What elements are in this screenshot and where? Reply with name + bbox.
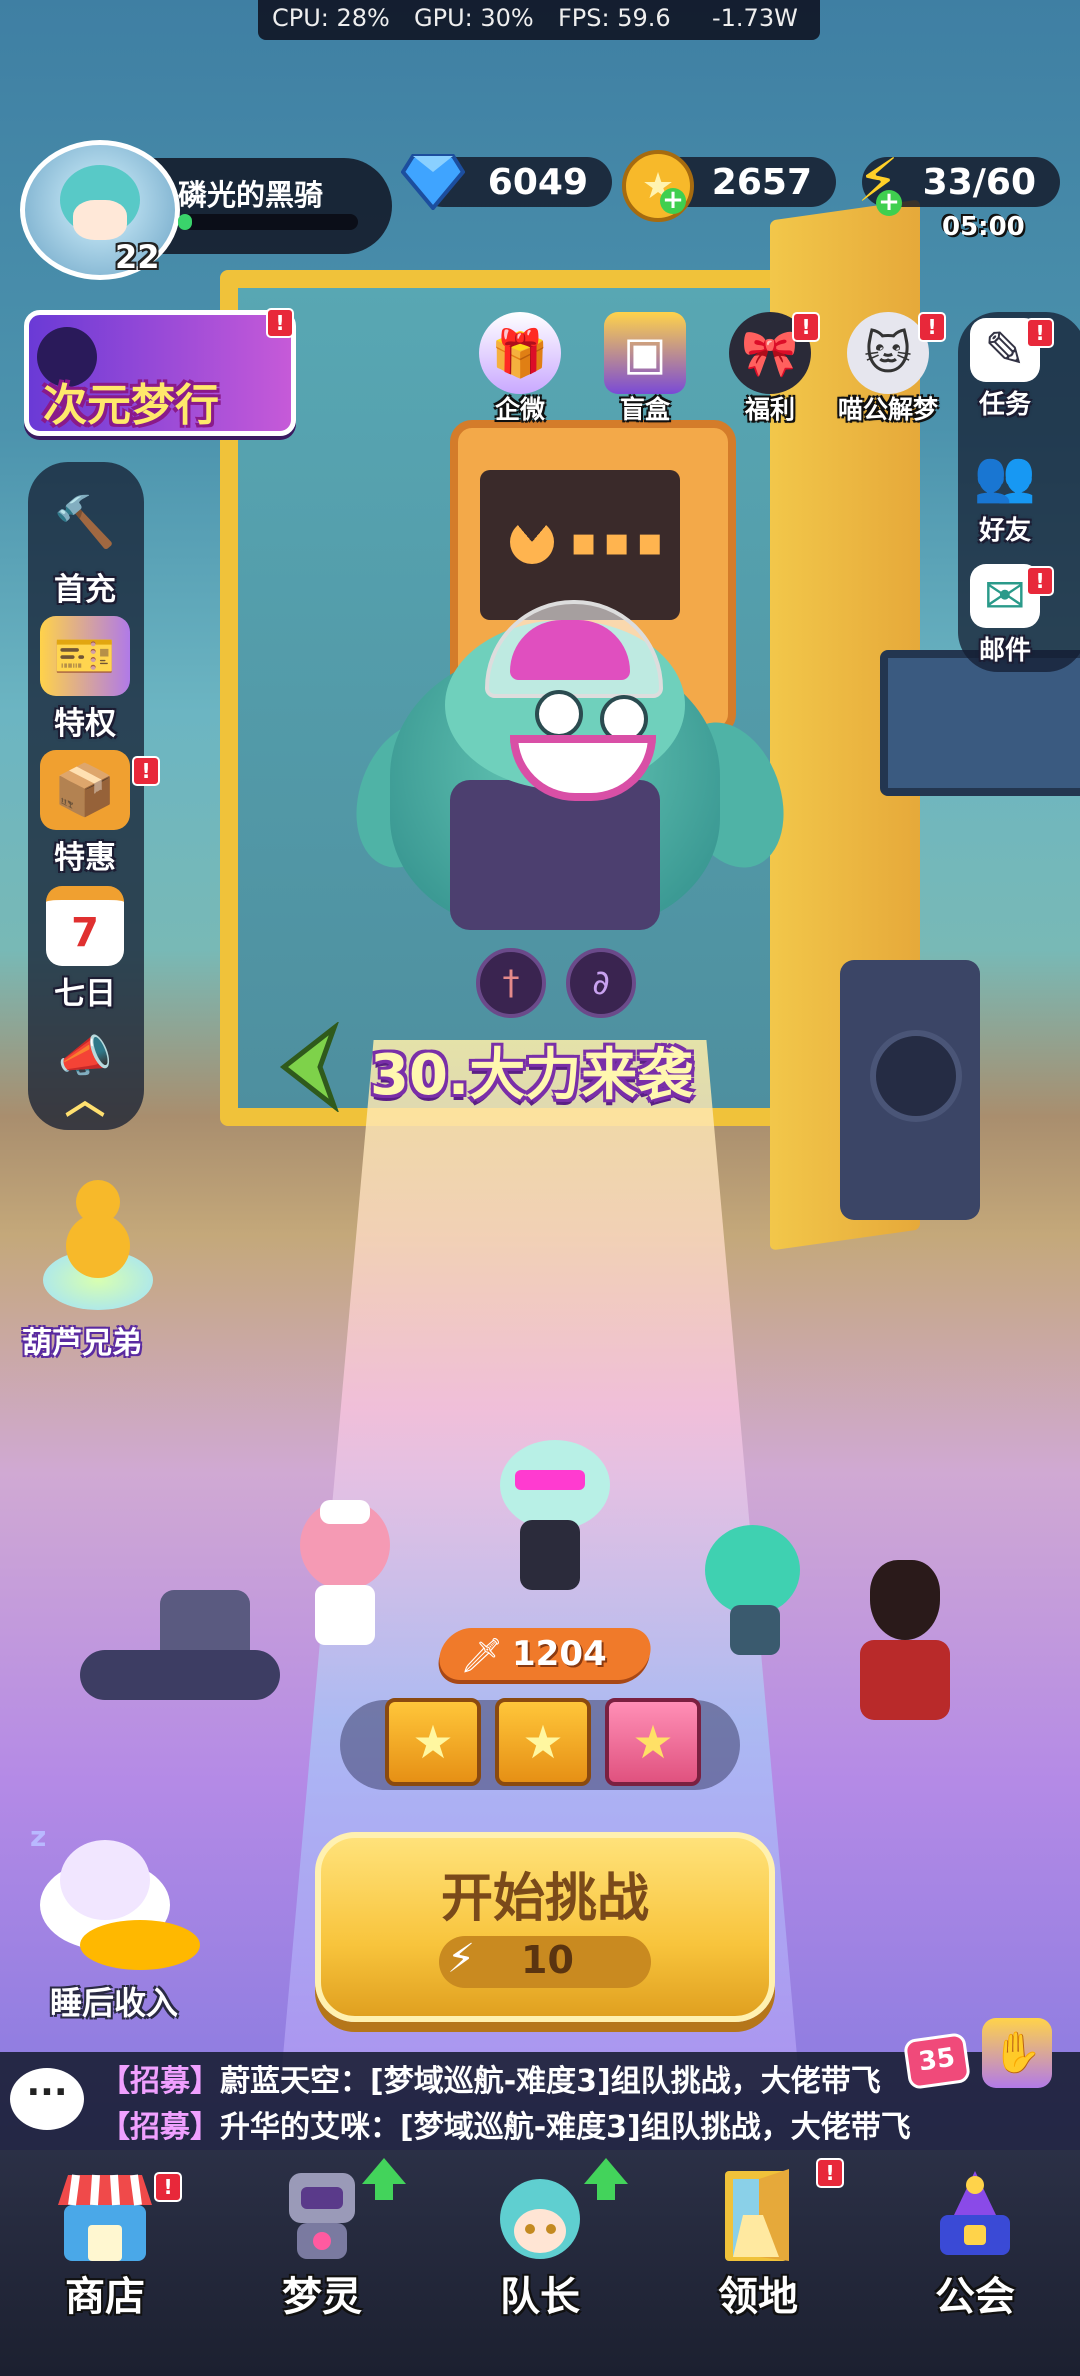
gift-icon: 🎁 xyxy=(479,312,561,394)
cat-icon: 🐱 xyxy=(847,312,929,394)
collapse-menu-chevron-icon[interactable]: ︿ xyxy=(60,1080,110,1120)
idle-reward-sheep-icon[interactable]: z xyxy=(20,1820,200,1980)
diamond-count: 6049 xyxy=(487,161,588,203)
hero-dark-winged-girl[interactable] xyxy=(480,1430,620,1600)
stage-title: 30.大力来袭 xyxy=(370,1043,694,1108)
top-icon-blind-box[interactable]: ▣ 盲盒 xyxy=(595,312,695,426)
menu-seven-day[interactable]: 7 七日 xyxy=(20,886,150,1013)
mail-badge: ! xyxy=(1026,566,1054,596)
cpu-usage: CPU: 28% xyxy=(272,4,390,32)
boss-overalls xyxy=(450,780,660,930)
previous-stage-arrow[interactable] xyxy=(276,1020,340,1114)
team-power-value: 1204 xyxy=(512,1634,607,1674)
menu-privilege[interactable]: 🎫 特权 xyxy=(20,616,150,743)
gpu-usage: GPU: 30% xyxy=(414,4,534,32)
reward-chest-2[interactable]: ★ xyxy=(495,1698,591,1786)
menu-discount[interactable]: 📦 特惠 xyxy=(20,750,150,877)
hero-teal-hair-boy[interactable] xyxy=(700,1525,810,1655)
boss-eye-left xyxy=(535,690,583,738)
speaker-cone xyxy=(870,1030,962,1122)
shop-icon xyxy=(45,2160,165,2270)
pacman-dots: ▪▪▪ xyxy=(570,519,670,565)
chat-message-1: 【招募】蔚蓝天空：[梦域巡航-难度3]组队挑战，大佬带飞 xyxy=(100,2064,881,2099)
event-badge: ! xyxy=(266,308,294,338)
sword-power-icon: 🗡 xyxy=(460,1636,504,1676)
coin-count: 2657 xyxy=(711,161,812,203)
dream-spirit-upgrade-arrow-stem xyxy=(375,2184,393,2200)
energy-timer: 05:00 xyxy=(942,212,1025,242)
guild-icon xyxy=(915,2160,1035,2270)
reward-chest-3[interactable]: ★ xyxy=(605,1698,701,1786)
hero-nurse-girl[interactable] xyxy=(290,1500,400,1650)
privilege-card-icon: 🎫 xyxy=(40,616,130,696)
territory-door-icon xyxy=(698,2160,818,2270)
blind-box-icon: ▣ xyxy=(604,312,686,394)
chat-message-2: 【招募】升华的艾咪：[梦域巡航-难度3]组队挑战，大佬带飞 xyxy=(100,2110,911,2145)
territory-badge: ! xyxy=(816,2158,844,2188)
gourd-brothers-label: 葫芦兄弟 xyxy=(22,1326,142,1361)
top-icon-qiwei[interactable]: 🎁 企微 xyxy=(470,312,570,426)
diamond-icon xyxy=(398,148,468,214)
sword-skill-icon[interactable]: † xyxy=(476,948,546,1018)
pacman-sprite xyxy=(510,520,554,564)
task-badge: ! xyxy=(1026,318,1054,348)
dream-spirit-upgrade-arrow-icon xyxy=(362,2158,406,2184)
menu-first-recharge[interactable]: 🔨 首充 xyxy=(20,482,150,609)
hammer-icon: 🔨 xyxy=(53,492,117,551)
gourd-brothers-icon[interactable] xyxy=(28,1180,168,1320)
energy-count: 33/60 xyxy=(922,161,1036,203)
event-banner[interactable]: 次元梦行 xyxy=(24,310,296,436)
chat-unread-count: 35 xyxy=(902,2031,972,2091)
start-challenge-label: 开始挑战 xyxy=(440,1869,649,1929)
player-name: 磷光的黑骑 xyxy=(178,178,324,212)
menu-friends[interactable]: 👥 好友 xyxy=(940,444,1070,547)
friends-icon: 👥 xyxy=(973,446,1037,505)
calendar-icon: 7 xyxy=(46,886,124,966)
event-banner-label: 次元梦行 xyxy=(43,380,219,431)
welfare-badge: ! xyxy=(792,312,820,342)
magic-skill-icon[interactable]: ∂ xyxy=(566,948,636,1018)
hero-swordswoman[interactable] xyxy=(830,1560,980,1730)
challenge-cost-value: 10 xyxy=(521,1938,574,1982)
nav-guild[interactable]: 公会 xyxy=(875,2160,1075,2322)
megaphone-icon[interactable]: 📣 xyxy=(40,1030,130,1082)
exp-bar xyxy=(178,214,358,230)
shop-badge: ! xyxy=(154,2172,182,2202)
energy-cost-icon: ⚡ xyxy=(447,1936,476,1982)
chat-bubble-icon[interactable]: ··· xyxy=(10,2068,84,2130)
add-coin-icon[interactable]: + xyxy=(660,187,686,214)
idle-reward-label[interactable]: 睡后收入 xyxy=(50,1978,178,2024)
reward-chest-1[interactable]: ★ xyxy=(385,1698,481,1786)
player-level: 22 xyxy=(115,238,160,276)
discount-box-icon: 📦 xyxy=(40,750,130,830)
captain-icon xyxy=(480,2160,600,2270)
captain-upgrade-arrow-icon xyxy=(584,2158,628,2184)
exp-bar-fill xyxy=(178,214,193,230)
hero-robot-cannon[interactable] xyxy=(80,1590,280,1720)
power-draw: -1.73W xyxy=(712,4,798,32)
start-challenge-button[interactable]: 开始挑战 ⚡ 10 xyxy=(315,1832,775,2022)
discount-badge: ! xyxy=(132,756,160,786)
background-monitor xyxy=(880,650,1080,796)
add-energy-icon[interactable]: + xyxy=(876,189,902,216)
chat-emoji-icon[interactable]: ✋ xyxy=(982,2018,1052,2088)
fps-counter: FPS: 59.6 xyxy=(558,4,671,32)
captain-upgrade-arrow-stem xyxy=(597,2184,615,2200)
